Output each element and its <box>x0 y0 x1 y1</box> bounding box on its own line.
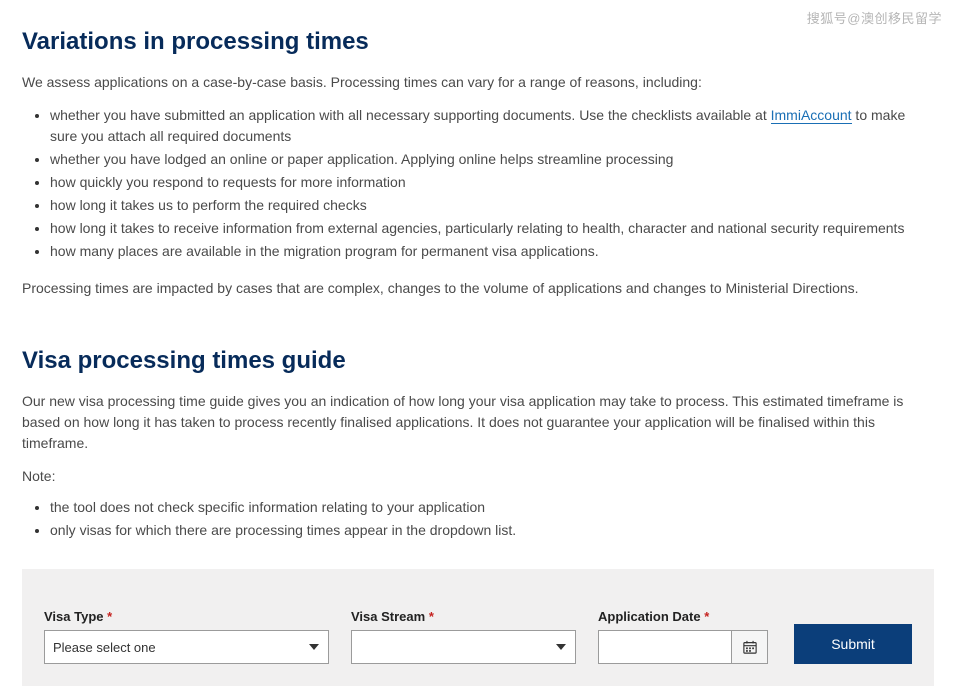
heading-guide: Visa processing times guide <box>22 347 934 375</box>
watermark-text: 搜狐号@澳创移民留学 <box>807 8 942 27</box>
visa-stream-select-wrap[interactable] <box>351 630 576 664</box>
list-item: whether you have lodged an online or pap… <box>50 149 934 170</box>
label-text: Visa Type <box>44 609 107 624</box>
list-item: the tool does not check specific informa… <box>50 497 934 518</box>
list-text: whether you have submitted an applicatio… <box>50 107 771 123</box>
visa-type-select-wrap[interactable]: Please select one <box>44 630 329 664</box>
list-item: how long it takes us to perform the requ… <box>50 195 934 216</box>
list-item: only visas for which there are processin… <box>50 520 934 541</box>
submit-button[interactable]: Submit <box>794 624 912 664</box>
intro-paragraph-1: We assess applications on a case-by-case… <box>22 72 934 93</box>
note-label: Note: <box>22 466 934 487</box>
application-date-field: Application Date * <box>598 609 768 664</box>
visa-stream-field: Visa Stream * <box>351 609 576 664</box>
notes-list: the tool does not check specific informa… <box>50 497 934 541</box>
reasons-list: whether you have submitted an applicatio… <box>50 105 934 262</box>
required-mark: * <box>429 609 434 624</box>
heading-variations: Variations in processing times <box>22 28 934 56</box>
outro-paragraph-1: Processing times are impacted by cases t… <box>22 278 934 299</box>
list-item: how quickly you respond to requests for … <box>50 172 934 193</box>
list-item: how long it takes to receive information… <box>50 218 934 239</box>
visa-type-select[interactable]: Please select one <box>44 630 329 664</box>
required-mark: * <box>107 609 112 624</box>
visa-stream-label: Visa Stream * <box>351 609 576 624</box>
intro-paragraph-2: Our new visa processing time guide gives… <box>22 391 934 454</box>
immiaccount-link[interactable]: ImmiAccount <box>771 107 852 124</box>
label-text: Visa Stream <box>351 609 429 624</box>
list-item: whether you have submitted an applicatio… <box>50 105 934 147</box>
visa-type-field: Visa Type * Please select one <box>44 609 329 664</box>
visa-stream-select[interactable] <box>351 630 576 664</box>
page-content: Variations in processing times We assess… <box>0 0 956 686</box>
application-date-input[interactable] <box>598 630 732 664</box>
date-picker-button[interactable] <box>732 630 768 664</box>
list-item: how many places are available in the mig… <box>50 241 934 262</box>
submit-area: Submit <box>794 624 912 664</box>
calendar-icon <box>743 640 757 654</box>
guide-form: Visa Type * Please select one Visa Strea… <box>22 569 934 686</box>
visa-type-label: Visa Type * <box>44 609 329 624</box>
application-date-label: Application Date * <box>598 609 768 624</box>
label-text: Application Date <box>598 609 704 624</box>
date-input-group <box>598 630 768 664</box>
required-mark: * <box>704 609 709 624</box>
